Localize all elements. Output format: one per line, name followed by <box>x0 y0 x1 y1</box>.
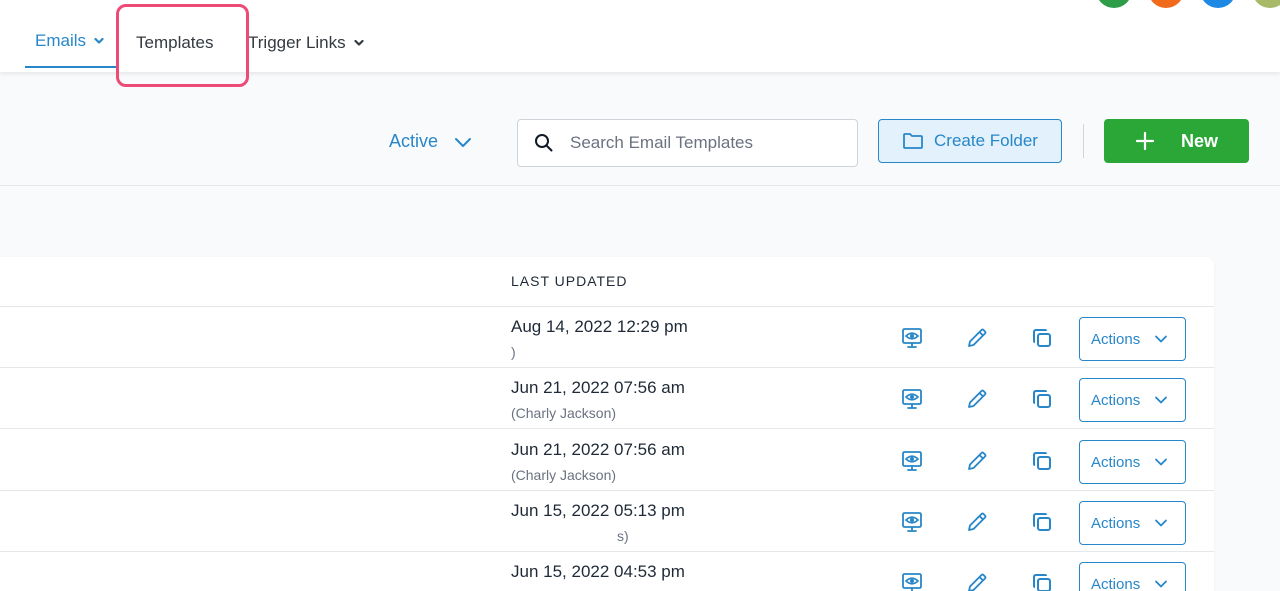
duplicate-icon[interactable] <box>1030 326 1054 350</box>
preview-icon[interactable] <box>900 326 924 350</box>
table-row: Aug 14, 2022 12:29 pm ) Actions <box>0 307 1214 368</box>
row-updated-by: ) <box>511 344 516 360</box>
actions-dropdown-button[interactable]: Actions <box>1079 501 1186 545</box>
tab-templates-label: Templates <box>136 33 214 52</box>
row-last-updated-date: Jun 15, 2022 05:13 pm <box>511 501 685 520</box>
preview-icon[interactable] <box>900 571 924 591</box>
actions-label: Actions <box>1091 391 1141 409</box>
edit-pencil-icon[interactable] <box>965 571 989 591</box>
chevron-down-icon <box>354 39 364 46</box>
avatar[interactable] <box>1252 0 1280 8</box>
duplicate-icon[interactable] <box>1030 571 1054 591</box>
new-template-button[interactable]: New <box>1104 119 1249 163</box>
table-row: Jun 21, 2022 07:56 am (Charly Jackson) A… <box>0 368 1214 429</box>
row-updated-by: s) <box>617 528 629 544</box>
actions-dropdown-button[interactable]: Actions <box>1079 317 1186 361</box>
tab-trigger-links[interactable]: Trigger Links <box>248 33 364 53</box>
edit-pencil-icon[interactable] <box>965 387 989 411</box>
chevron-down-icon <box>1155 335 1168 343</box>
chevron-down-icon <box>1155 458 1168 466</box>
row-updated-by: (Charly Jackson) <box>511 405 617 421</box>
status-filter-value: Active <box>389 131 439 151</box>
row-last-updated-date: Aug 14, 2022 12:29 pm <box>511 317 688 336</box>
tab-trigger-links-label: Trigger Links <box>248 33 346 52</box>
row-updated-by: (Charly Jackson) <box>511 467 617 483</box>
create-folder-label: Create Folder <box>934 131 1038 150</box>
preview-icon[interactable] <box>900 510 924 534</box>
actions-label: Actions <box>1091 330 1141 348</box>
chevron-down-icon <box>1155 580 1168 588</box>
duplicate-icon[interactable] <box>1030 449 1054 473</box>
folder-icon <box>903 133 923 149</box>
plus-icon <box>1135 131 1155 151</box>
row-last-updated-date: Jun 21, 2022 07:56 am <box>511 440 685 459</box>
actions-dropdown-button[interactable]: Actions <box>1079 562 1186 591</box>
actions-label: Actions <box>1091 575 1141 591</box>
duplicate-icon[interactable] <box>1030 387 1054 411</box>
preview-icon[interactable] <box>900 387 924 411</box>
toolbar-divider <box>1083 124 1084 158</box>
preview-icon[interactable] <box>900 449 924 473</box>
table-row: Jun 15, 2022 04:53 pm Actions <box>0 552 1214 591</box>
chevron-down-icon <box>1155 519 1168 527</box>
active-tab-indicator <box>25 66 117 68</box>
edit-pencil-icon[interactable] <box>965 449 989 473</box>
tab-emails-label: Emails <box>35 31 87 50</box>
chevron-down-icon <box>94 37 104 44</box>
search-input[interactable] <box>570 133 840 153</box>
chevron-down-icon <box>455 137 472 147</box>
table-row: Jun 21, 2022 07:56 am (Charly Jackson) A… <box>0 430 1214 491</box>
search-field[interactable] <box>517 119 858 167</box>
row-last-updated-date: Jun 15, 2022 04:53 pm <box>511 562 685 581</box>
status-filter-dropdown[interactable]: Active <box>389 131 472 152</box>
row-last-updated-date: Jun 21, 2022 07:56 am <box>511 378 685 397</box>
column-header-last-updated: LAST UPDATED <box>511 273 628 289</box>
new-template-label: New <box>1180 130 1218 151</box>
chevron-down-icon <box>1155 396 1168 404</box>
table-row: Jun 15, 2022 05:13 pm s) Actions <box>0 491 1214 552</box>
tab-templates[interactable]: Templates <box>136 33 213 53</box>
top-navigation: Emails Templates Trigger Links <box>0 0 1280 72</box>
avatar[interactable] <box>1096 0 1132 8</box>
actions-label: Actions <box>1091 453 1141 471</box>
edit-pencil-icon[interactable] <box>965 510 989 534</box>
avatar[interactable] <box>1200 0 1236 8</box>
duplicate-icon[interactable] <box>1030 510 1054 534</box>
create-folder-button[interactable]: Create Folder <box>878 119 1062 163</box>
actions-dropdown-button[interactable]: Actions <box>1079 378 1186 422</box>
search-icon <box>535 134 553 152</box>
tab-emails[interactable]: Emails <box>35 31 104 51</box>
avatar[interactable] <box>1148 0 1184 8</box>
actions-dropdown-button[interactable]: Actions <box>1079 440 1186 484</box>
actions-label: Actions <box>1091 514 1141 532</box>
edit-pencil-icon[interactable] <box>965 326 989 350</box>
